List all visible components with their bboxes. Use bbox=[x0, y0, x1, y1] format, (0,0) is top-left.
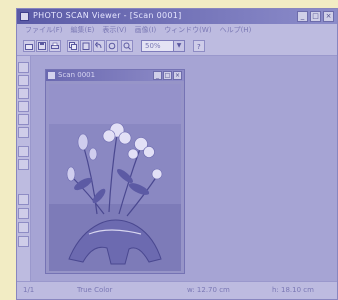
text-tool-icon[interactable] bbox=[18, 146, 29, 157]
eyedropper-tool-icon[interactable] bbox=[18, 127, 29, 138]
print-icon[interactable] bbox=[49, 40, 61, 52]
maximize-button[interactable]: □ bbox=[310, 11, 321, 22]
marquee-tool-icon[interactable] bbox=[18, 75, 29, 86]
menu-edit[interactable]: 編集(E) bbox=[67, 24, 99, 36]
paste-icon[interactable] bbox=[80, 40, 92, 52]
tool-palette bbox=[17, 56, 31, 281]
crop-tool-icon[interactable] bbox=[18, 88, 29, 99]
menu-view[interactable]: 表示(V) bbox=[98, 24, 130, 36]
window-title: PHOTO SCAN Viewer - [Scan 0001] bbox=[33, 11, 182, 20]
menu-bar: ファイル(F) 編集(E) 表示(V) 画像(I) ウィンドウ(W) ヘルプ(H… bbox=[17, 24, 337, 36]
app-window: PHOTO SCAN Viewer - [Scan 0001] _ □ × ファ… bbox=[16, 8, 338, 300]
zoom-value: 50% bbox=[145, 42, 161, 50]
document-close-button[interactable]: × bbox=[173, 71, 182, 80]
document-title-bar[interactable]: Scan 0001 _ □ × bbox=[46, 70, 184, 81]
filter-tool-icon[interactable] bbox=[18, 222, 29, 233]
document-window: Scan 0001 _ □ × bbox=[45, 69, 185, 274]
scanned-image[interactable] bbox=[49, 84, 181, 271]
menu-file[interactable]: ファイル(F) bbox=[21, 24, 67, 36]
zoom-select[interactable]: 50% ▼ bbox=[141, 40, 185, 52]
chevron-down-icon[interactable]: ▼ bbox=[173, 41, 184, 51]
document-title: Scan 0001 bbox=[58, 71, 96, 79]
layer-tool-icon[interactable] bbox=[18, 236, 29, 247]
zoom-in-icon[interactable] bbox=[121, 40, 133, 52]
status-bar: 1/1 True Color w: 12.70 cm h: 18.10 cm bbox=[17, 281, 337, 299]
document-icon bbox=[48, 72, 55, 79]
window-controls: _ □ × bbox=[297, 11, 334, 22]
save-icon[interactable] bbox=[36, 40, 48, 52]
brush-tool-icon[interactable] bbox=[18, 159, 29, 170]
flower-photo bbox=[49, 84, 181, 271]
menu-help[interactable]: ヘルプ(H) bbox=[216, 24, 256, 36]
app-icon bbox=[20, 12, 29, 21]
undo-icon[interactable] bbox=[93, 40, 105, 52]
status-height: h: 18.10 cm bbox=[272, 286, 314, 294]
status-color-mode: True Color bbox=[77, 286, 113, 294]
open-icon[interactable] bbox=[23, 40, 35, 52]
document-minimize-button[interactable]: _ bbox=[153, 71, 162, 80]
menu-window[interactable]: ウィンドウ(W) bbox=[160, 24, 215, 36]
adjust-tool-icon[interactable] bbox=[18, 194, 29, 205]
svg-text:?: ? bbox=[197, 43, 201, 50]
help-icon[interactable]: ? bbox=[193, 40, 205, 52]
hand-tool-icon[interactable] bbox=[18, 101, 29, 112]
document-maximize-button[interactable]: □ bbox=[163, 71, 172, 80]
menu-image[interactable]: 画像(I) bbox=[131, 24, 161, 36]
status-page: 1/1 bbox=[23, 286, 35, 294]
minimize-button[interactable]: _ bbox=[297, 11, 308, 22]
main-toolbar: 50% ▼ ? bbox=[17, 36, 337, 56]
document-controls: _ □ × bbox=[153, 71, 182, 80]
rotate-icon[interactable] bbox=[106, 40, 118, 52]
select-tool-icon[interactable] bbox=[18, 62, 29, 73]
copy-icon[interactable] bbox=[67, 40, 79, 52]
title-bar[interactable]: PHOTO SCAN Viewer - [Scan 0001] _ □ × bbox=[17, 9, 337, 24]
color-tool-icon[interactable] bbox=[18, 208, 29, 219]
close-button[interactable]: × bbox=[323, 11, 334, 22]
zoom-tool-icon[interactable] bbox=[18, 114, 29, 125]
status-width: w: 12.70 cm bbox=[187, 286, 230, 294]
